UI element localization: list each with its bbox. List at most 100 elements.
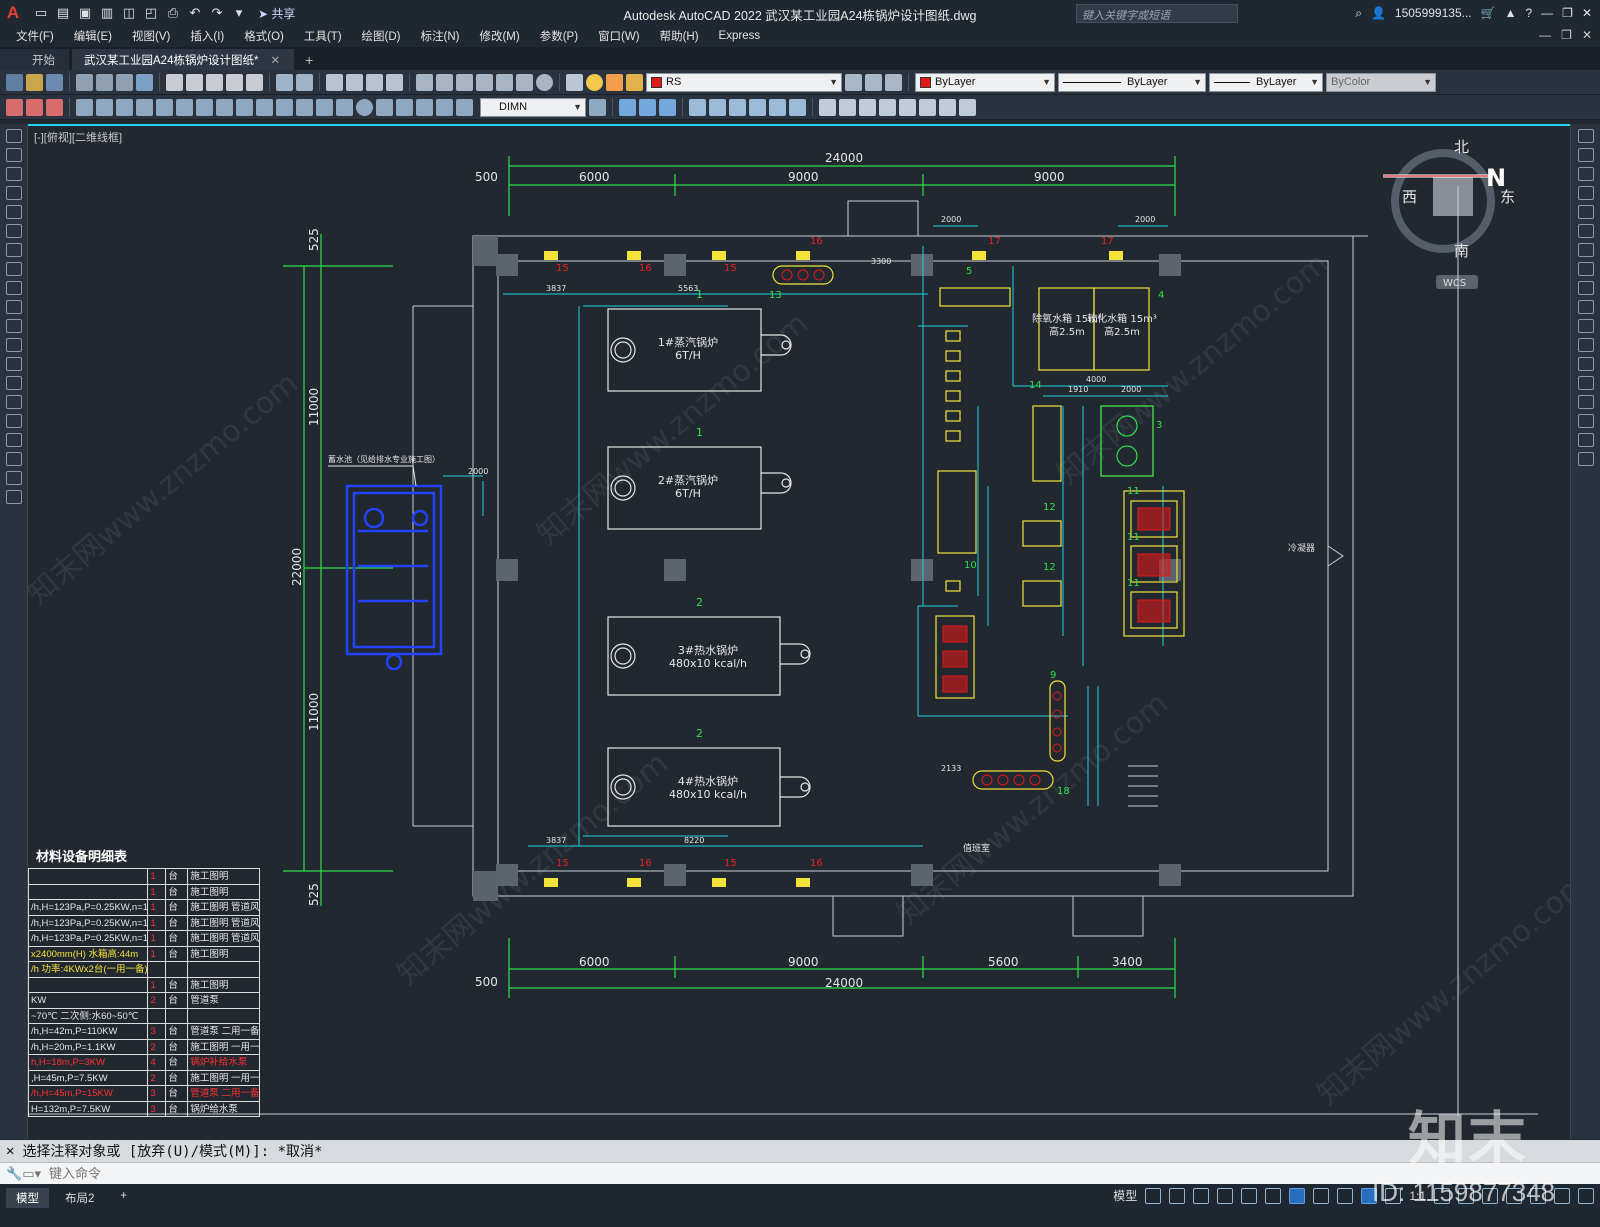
stretch-icon[interactable] — [1577, 281, 1594, 295]
arc-icon[interactable] — [5, 224, 22, 238]
polar-icon[interactable] — [1217, 1187, 1234, 1204]
layer-dropdown[interactable]: RS ▼ — [646, 72, 842, 92]
point-icon[interactable] — [5, 376, 22, 390]
doc-minimize-icon[interactable]: — — [1539, 28, 1551, 42]
aligned-dim-icon[interactable] — [96, 98, 113, 116]
grid-icon[interactable] — [1145, 1187, 1162, 1204]
minimize-icon[interactable]: — — [1541, 6, 1553, 20]
help-icon[interactable]: ? — [1525, 6, 1532, 20]
inspection-icon[interactable] — [376, 98, 393, 116]
view-tool1-icon[interactable] — [689, 98, 706, 116]
insert-block-icon[interactable] — [5, 338, 22, 352]
render-tool3-icon[interactable] — [859, 98, 876, 116]
zoom-realtime-icon[interactable] — [346, 73, 363, 91]
dimstyle-dropdown[interactable]: DIMN ▼ — [480, 97, 586, 117]
open-file-icon[interactable]: ▤ — [54, 4, 72, 22]
app-menu-button[interactable]: A — [0, 0, 26, 26]
copy-object-icon[interactable] — [1577, 148, 1594, 162]
join-icon[interactable] — [1577, 376, 1594, 390]
transparency-icon[interactable] — [1337, 1187, 1354, 1204]
save-as-icon[interactable]: ▥ — [98, 4, 116, 22]
isodraft-icon[interactable] — [1241, 1187, 1258, 1204]
diameter-dim-icon[interactable] — [196, 98, 213, 116]
hatch-icon[interactable] — [5, 395, 22, 409]
modify-tool1-icon[interactable] — [619, 98, 636, 116]
customize-menu-icon[interactable] — [1578, 1187, 1594, 1204]
add-selected-icon[interactable] — [5, 490, 22, 504]
table-icon[interactable] — [5, 452, 22, 466]
search-input[interactable]: 键入关键字或短语 — [1076, 4, 1238, 23]
ellipse-icon[interactable] — [5, 300, 22, 314]
rotate-icon[interactable] — [1577, 243, 1594, 257]
menu-express[interactable]: Express — [719, 30, 761, 42]
tab-drawing[interactable]: 武汉某工业园A24栋锅炉设计图纸* ✕ — [72, 49, 295, 70]
circle-icon[interactable] — [5, 243, 22, 257]
view-tool2-icon[interactable] — [709, 98, 726, 116]
object-snap-tracking-icon[interactable] — [1265, 1187, 1282, 1204]
undo-icon[interactable] — [276, 73, 293, 91]
layer-tool3-icon[interactable] — [46, 98, 63, 116]
user-icon[interactable]: 👤 — [1371, 6, 1386, 20]
dim-edit-icon[interactable] — [416, 98, 433, 116]
save-icon[interactable]: ▣ — [76, 4, 94, 22]
layer-state-icon[interactable] — [885, 73, 902, 91]
move-icon[interactable] — [1577, 224, 1594, 238]
drawing-canvas[interactable]: [-][俯视][二维线框] 知末网www.znzmo.com 知末网www.zn… — [28, 124, 1570, 1139]
save-to-web-icon[interactable]: ◰ — [142, 4, 160, 22]
layout-tab-model[interactable]: 模型 — [6, 1188, 49, 1208]
plot-icon[interactable] — [76, 73, 93, 91]
sheet-set-icon[interactable] — [476, 73, 493, 91]
redo-icon[interactable] — [296, 73, 313, 91]
region-icon[interactable] — [5, 433, 22, 447]
trim-icon[interactable] — [1577, 300, 1594, 314]
view-tool5-icon[interactable] — [769, 98, 786, 116]
erase-icon[interactable] — [1577, 129, 1594, 143]
clean-screen-icon[interactable] — [1554, 1187, 1570, 1204]
help-icon[interactable] — [536, 73, 553, 91]
properties-icon[interactable] — [416, 73, 433, 91]
jogged-linear-icon[interactable] — [396, 98, 413, 116]
modify-tool2-icon[interactable] — [639, 98, 656, 116]
copy-icon[interactable] — [186, 73, 203, 91]
design-center-icon[interactable] — [436, 73, 453, 91]
modify-tool3-icon[interactable] — [659, 98, 676, 116]
menu-window[interactable]: 窗口(W) — [598, 28, 640, 44]
match-properties-icon[interactable] — [226, 73, 243, 91]
view-tool6-icon[interactable] — [789, 98, 806, 116]
model-space-button[interactable]: 模型 — [1113, 1187, 1137, 1204]
layer-properties-icon[interactable] — [566, 73, 583, 91]
cut-icon[interactable] — [166, 73, 183, 91]
line-icon[interactable] — [5, 129, 22, 143]
render-tool6-icon[interactable] — [919, 98, 936, 116]
make-block-icon[interactable] — [5, 357, 22, 371]
render-tool7-icon[interactable] — [939, 98, 956, 116]
mtext-icon[interactable] — [5, 471, 22, 485]
offset-icon[interactable] — [1577, 186, 1594, 200]
layer-on-icon[interactable] — [586, 73, 603, 91]
restore-icon[interactable]: ❐ — [1562, 6, 1573, 20]
dim-break-icon[interactable] — [316, 98, 333, 116]
render-tool2-icon[interactable] — [839, 98, 856, 116]
command-prompt-icon[interactable]: ▭▾ — [22, 1166, 41, 1182]
share-button[interactable]: ➤ 共享 — [258, 5, 295, 22]
linear-dim-icon[interactable] — [76, 98, 93, 116]
blend-curves-icon[interactable] — [1577, 433, 1594, 447]
revision-cloud-icon[interactable] — [5, 262, 22, 276]
view-tool3-icon[interactable] — [729, 98, 746, 116]
paste-icon[interactable] — [206, 73, 223, 91]
make-current-layer-icon[interactable] — [845, 73, 862, 91]
open-from-web-icon[interactable]: ◫ — [120, 4, 138, 22]
layer-tool-icon[interactable] — [6, 98, 23, 116]
render-tool1-icon[interactable] — [819, 98, 836, 116]
command-close-icon[interactable]: ✕ — [6, 1143, 14, 1159]
radius-dim-icon[interactable] — [156, 98, 173, 116]
rectangle-icon[interactable] — [5, 205, 22, 219]
plotstyle-dropdown[interactable]: ByColor ▼ — [1326, 72, 1436, 92]
layer-tool2-icon[interactable] — [26, 98, 43, 116]
close-icon[interactable]: ✕ — [1582, 6, 1592, 20]
tab-start[interactable]: 开始 — [0, 49, 69, 70]
menu-dimension[interactable]: 标注(N) — [421, 28, 460, 44]
new-tab-icon[interactable]: + — [305, 52, 313, 70]
cart-icon[interactable]: 🛒 — [1481, 6, 1496, 20]
tool-palettes-icon[interactable] — [456, 73, 473, 91]
